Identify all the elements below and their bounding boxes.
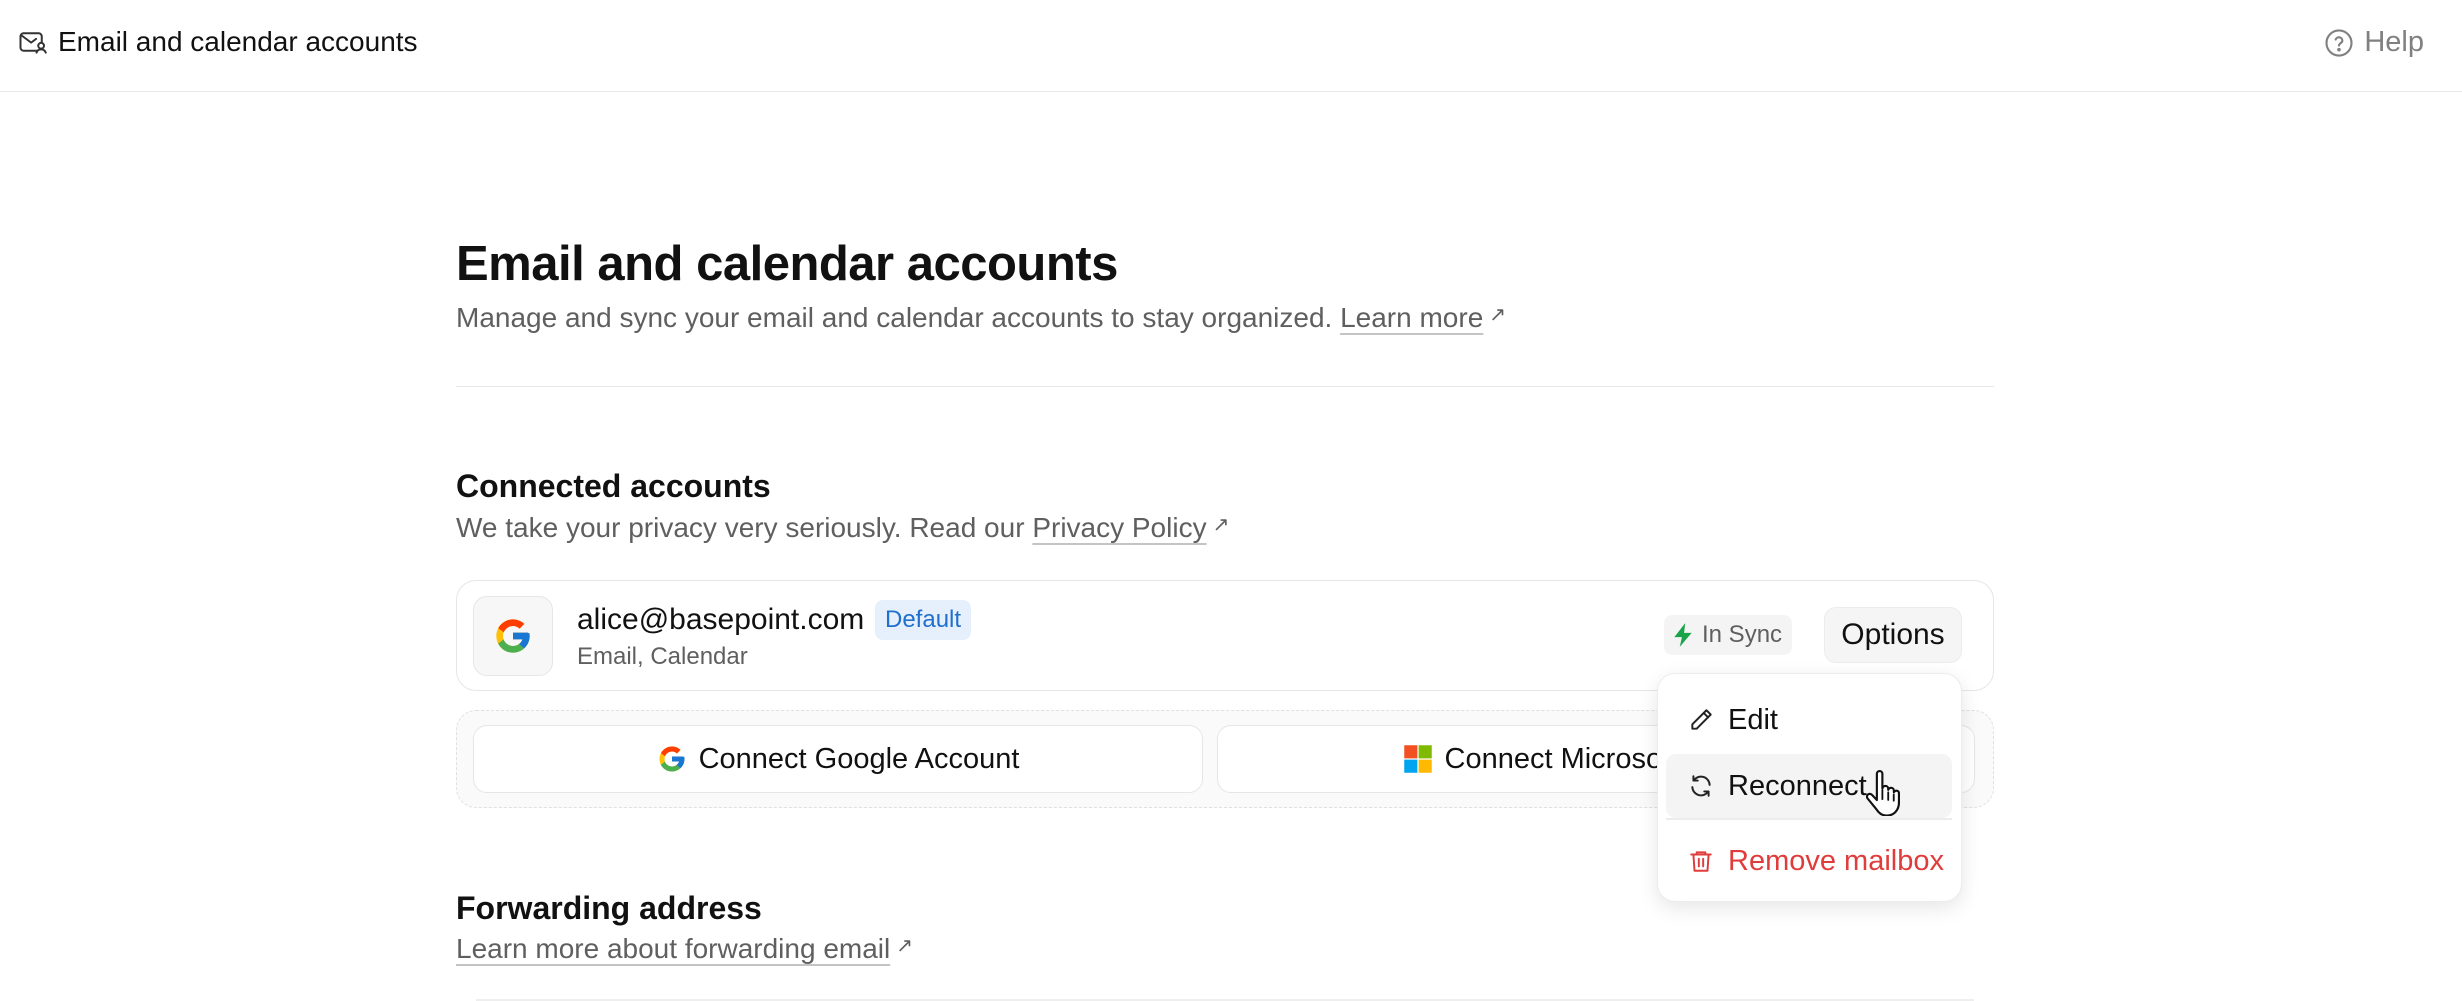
- privacy-policy-link[interactable]: Privacy Policy: [1032, 512, 1206, 543]
- menu-item-edit[interactable]: Edit: [1666, 688, 1952, 752]
- forwarding-learn-more-link[interactable]: Learn more about forwarding email: [456, 933, 890, 964]
- header-divider: [456, 386, 1994, 387]
- google-icon: [659, 746, 685, 772]
- pointer-cursor-icon: [1866, 770, 1900, 816]
- forwarding-title: Forwarding address: [456, 890, 762, 926]
- google-icon: [496, 619, 530, 653]
- help-icon: [2325, 28, 2353, 57]
- connect-google-button[interactable]: Connect Google Account: [473, 725, 1203, 793]
- account-email: alice@basepoint.com: [577, 603, 865, 636]
- topbar-title-text: Email and calendar accounts: [58, 26, 418, 57]
- mailbox-icon: [19, 32, 47, 54]
- connected-accounts-subtitle: We take your privacy very seriously. Rea…: [456, 512, 1229, 544]
- menu-separator: [1666, 818, 1952, 820]
- default-badge: Default: [875, 600, 972, 640]
- page-subtitle: Manage and sync your email and calendar …: [456, 302, 1506, 334]
- trash-icon: [1690, 851, 1712, 872]
- menu-item-reconnect[interactable]: Reconnect: [1666, 754, 1952, 818]
- refresh-icon: [1691, 775, 1711, 797]
- external-link-icon: ↗: [1212, 514, 1230, 536]
- account-provider-logo: [473, 596, 553, 676]
- page-subtitle-text: Manage and sync your email and calendar …: [456, 302, 1333, 333]
- help-label: Help: [2364, 26, 2424, 58]
- pencil-icon: [1691, 709, 1712, 730]
- options-dropdown-menu: Edit Reconnect Remove mailbox: [1657, 673, 1962, 902]
- menu-item-remove-mailbox[interactable]: Remove mailbox: [1666, 829, 1952, 893]
- help-button[interactable]: Help: [2324, 26, 2424, 59]
- top-bar: Email and calendar accounts Help: [0, 0, 2462, 92]
- menu-item-remove-label: Remove mailbox: [1728, 844, 1944, 877]
- external-link-icon: ↗: [1489, 304, 1507, 326]
- forwarding-subtitle: Learn more about forwarding email ↗: [456, 933, 913, 965]
- learn-more-link[interactable]: Learn more: [1340, 302, 1483, 333]
- menu-item-edit-label: Edit: [1728, 703, 1778, 736]
- connected-accounts-title: Connected accounts: [456, 468, 771, 504]
- topbar-title: Email and calendar accounts: [18, 26, 418, 58]
- bolt-icon: [1674, 623, 1692, 647]
- account-services: Email, Calendar: [577, 643, 748, 670]
- microsoft-icon: [1403, 745, 1432, 773]
- sync-status-label: In Sync: [1702, 621, 1783, 648]
- sync-status-badge: In Sync: [1664, 615, 1793, 655]
- menu-item-reconnect-label: Reconnect: [1728, 769, 1867, 802]
- page-title: Email and calendar accounts: [456, 237, 1118, 291]
- privacy-text: We take your privacy very seriously. Rea…: [456, 512, 1025, 543]
- external-link-icon: ↗: [896, 935, 913, 957]
- connect-google-label: Connect Google Account: [698, 742, 1020, 775]
- options-button[interactable]: Options: [1824, 607, 1962, 663]
